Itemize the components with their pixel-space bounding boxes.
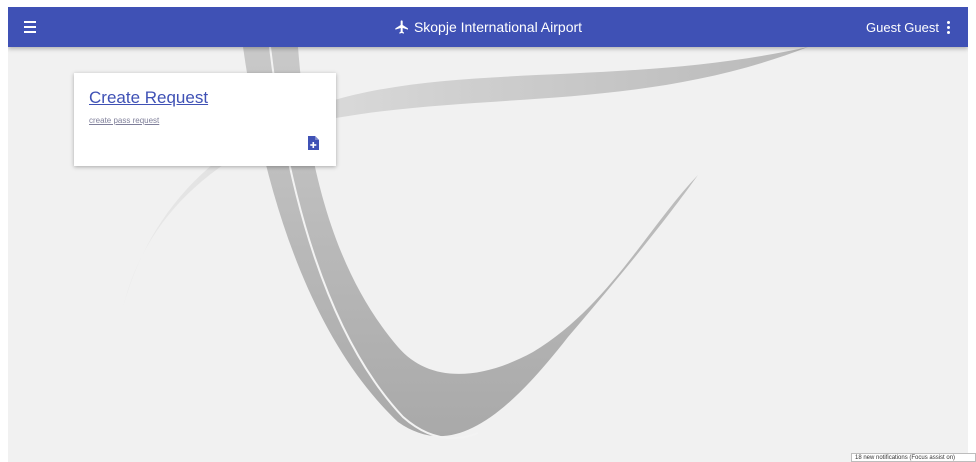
app-page: Skopje International Airport Guest Guest… xyxy=(8,7,968,462)
hamburger-menu-icon[interactable] xyxy=(22,18,40,36)
app-title: Skopje International Airport xyxy=(413,19,583,35)
create-pass-request-link[interactable]: create pass request xyxy=(89,116,159,125)
user-menu-button[interactable]: Guest Guest xyxy=(866,7,950,47)
user-name: Guest Guest xyxy=(866,19,939,35)
create-request-link[interactable]: Create Request xyxy=(89,88,208,108)
create-request-card: Create Request create pass request xyxy=(74,73,336,166)
airplane-icon xyxy=(395,20,408,34)
notification-toast[interactable]: 18 new notifications (Focus assist on) xyxy=(851,453,976,462)
add-file-icon[interactable] xyxy=(307,136,319,150)
more-vert-icon[interactable] xyxy=(947,20,950,34)
app-header: Skopje International Airport Guest Guest xyxy=(8,7,968,47)
app-brand: Skopje International Airport xyxy=(8,7,968,47)
